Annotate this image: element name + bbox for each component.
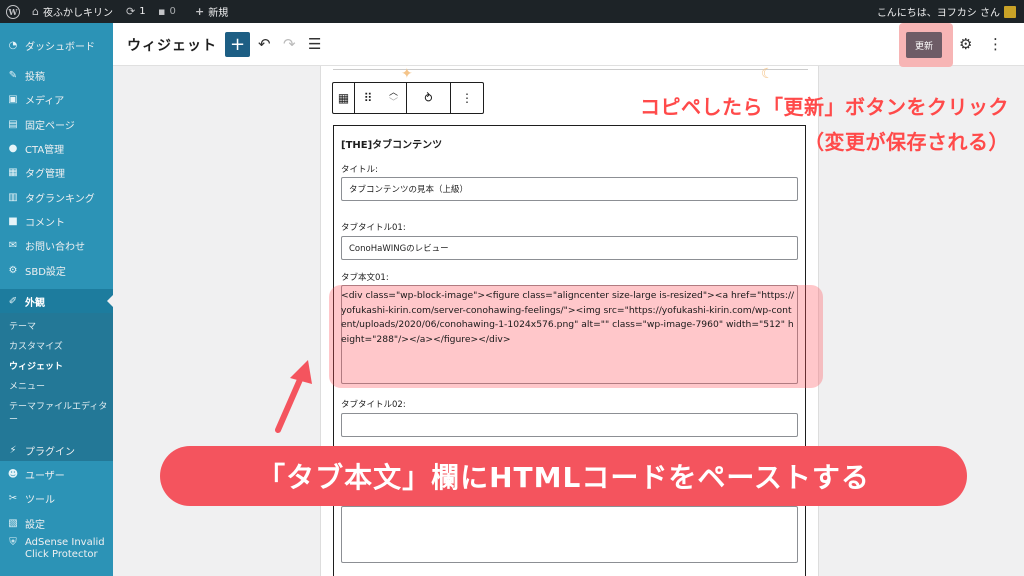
- paste-instruction-banner: 「タブ本文」欄にHTMLコードをペーストする: [160, 446, 967, 506]
- update-instruction: コピペしたら「更新」ボタンをクリック （変更が保存される）: [640, 90, 1009, 160]
- update-instruction-line1: コピペしたら「更新」ボタンをクリック: [640, 95, 1009, 119]
- update-instruction-line2: （変更が保存される）: [804, 130, 1009, 154]
